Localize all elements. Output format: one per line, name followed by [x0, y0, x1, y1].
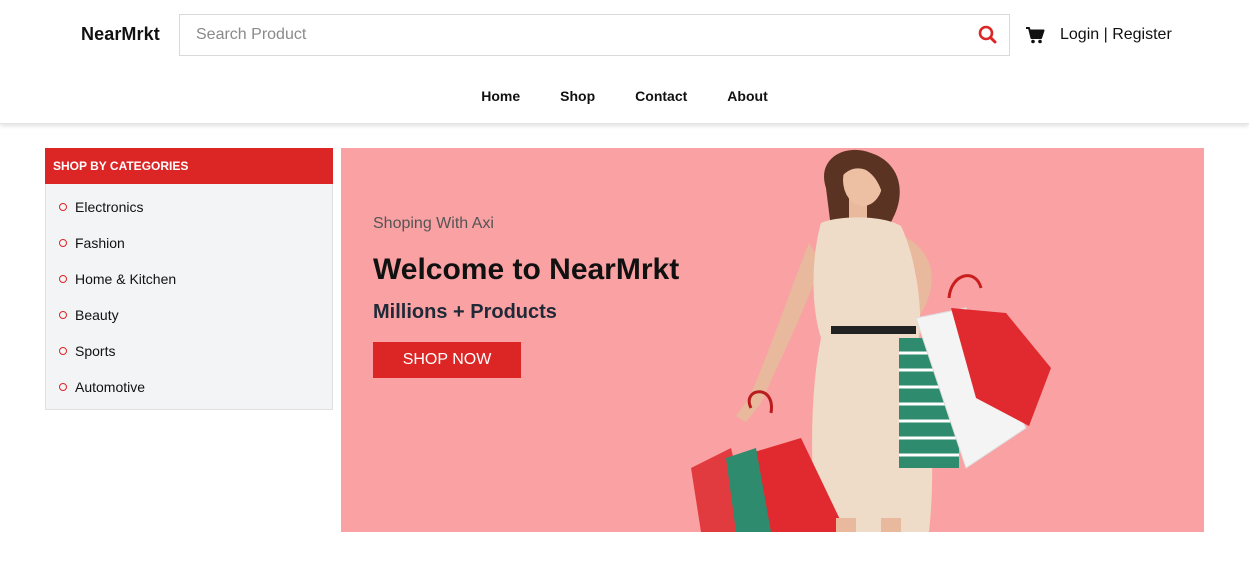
category-label: Beauty	[75, 307, 119, 323]
bullet-icon	[59, 347, 67, 355]
register-link[interactable]: Register	[1112, 26, 1172, 43]
category-label: Sports	[75, 343, 116, 359]
category-label: Automotive	[75, 379, 146, 395]
category-automotive[interactable]: Automotive	[46, 369, 332, 405]
category-sidebar: SHOP BY CATEGORIES Electronics Fashion H…	[45, 148, 333, 410]
main-nav: Home Shop Contact About	[0, 88, 1249, 106]
auth-links: Login | Register	[1060, 26, 1172, 44]
site-logo[interactable]: NearMrkt	[81, 24, 160, 45]
category-beauty[interactable]: Beauty	[46, 297, 332, 333]
shop-now-button[interactable]: SHOP NOW	[373, 342, 521, 378]
bullet-icon	[59, 311, 67, 319]
cart-icon[interactable]	[1025, 26, 1045, 44]
category-sports[interactable]: Sports	[46, 333, 332, 369]
banner-subtitle: Shoping With Axi	[373, 215, 494, 232]
category-fashion[interactable]: Fashion	[46, 225, 332, 261]
bullet-icon	[59, 383, 67, 391]
sidebar-title: SHOP BY CATEGORIES	[45, 148, 333, 184]
search-icon[interactable]	[977, 24, 999, 46]
auth-separator: |	[1099, 26, 1113, 43]
search-bar	[179, 14, 1010, 56]
category-label: Fashion	[75, 235, 125, 251]
bullet-icon	[59, 275, 67, 283]
nav-home[interactable]: Home	[481, 88, 520, 104]
login-link[interactable]: Login	[1060, 26, 1099, 43]
bullet-icon	[59, 239, 67, 247]
category-label: Electronics	[75, 199, 144, 215]
category-home-kitchen[interactable]: Home & Kitchen	[46, 261, 332, 297]
hero-banner: Shoping With Axi Welcome to NearMrkt Mil…	[341, 148, 1204, 532]
site-header: NearMrkt Login | Register Home Shop Cont…	[0, 0, 1249, 124]
search-input[interactable]	[180, 15, 960, 55]
nav-contact[interactable]: Contact	[635, 88, 687, 104]
banner-tagline: Millions + Products	[373, 301, 557, 323]
nav-about[interactable]: About	[727, 88, 767, 104]
category-electronics[interactable]: Electronics	[46, 189, 332, 225]
hero-shopper-image	[691, 149, 1051, 532]
bullet-icon	[59, 203, 67, 211]
nav-shop[interactable]: Shop	[560, 88, 595, 104]
category-label: Home & Kitchen	[75, 271, 177, 287]
category-list: Electronics Fashion Home & Kitchen Beaut…	[45, 184, 333, 410]
